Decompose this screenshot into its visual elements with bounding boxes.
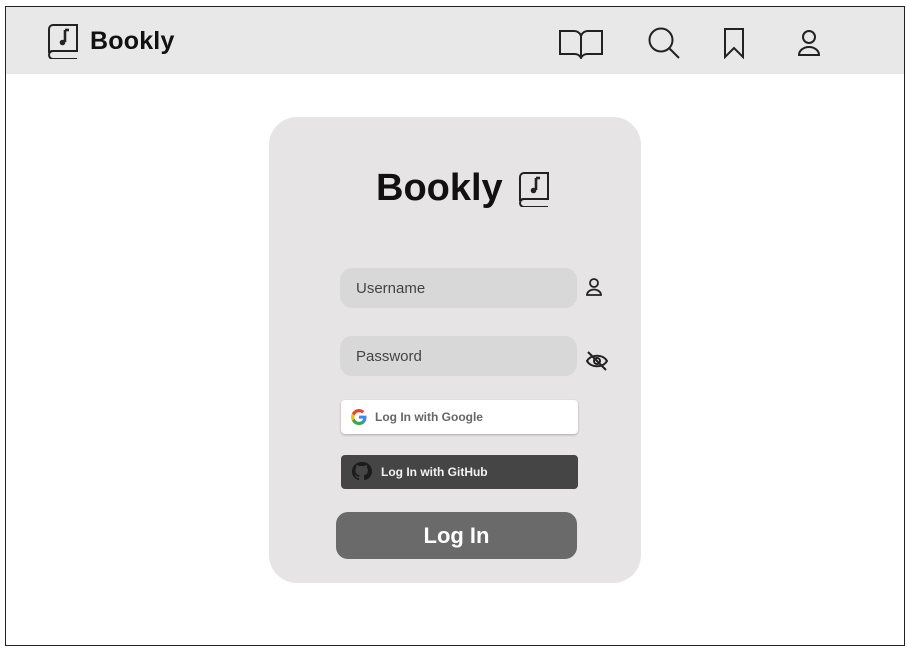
open-book-icon bbox=[559, 30, 603, 59]
bookmarks-nav-button[interactable] bbox=[720, 25, 748, 61]
app-window: Bookly Bookly Username Log In with Googl… bbox=[5, 6, 905, 646]
google-login-label: Log In with Google bbox=[375, 410, 483, 424]
login-card: Bookly Username Log In with Google Log I… bbox=[269, 117, 641, 583]
brand[interactable]: Bookly bbox=[46, 23, 175, 59]
login-title: Bookly bbox=[376, 167, 551, 210]
google-logo-icon bbox=[351, 409, 367, 425]
eye-off-icon[interactable] bbox=[585, 349, 609, 373]
library-nav-button[interactable] bbox=[558, 25, 604, 61]
brand-name: Bookly bbox=[90, 26, 175, 55]
password-input[interactable] bbox=[340, 336, 577, 376]
github-login-label: Log In with GitHub bbox=[381, 465, 488, 479]
book-music-logo-icon bbox=[518, 171, 549, 207]
search-nav-button[interactable] bbox=[646, 25, 682, 61]
github-logo-icon bbox=[352, 462, 372, 481]
bookmark-icon bbox=[724, 28, 744, 59]
book-music-logo-icon bbox=[47, 24, 78, 59]
github-login-button[interactable]: Log In with GitHub bbox=[341, 455, 578, 489]
profile-nav-button[interactable] bbox=[794, 25, 824, 61]
search-icon bbox=[648, 27, 680, 59]
login-button[interactable]: Log In bbox=[336, 512, 577, 559]
user-icon bbox=[797, 30, 821, 56]
login-title-text: Bookly bbox=[376, 167, 503, 209]
google-login-button[interactable]: Log In with Google bbox=[341, 400, 578, 434]
username-input[interactable] bbox=[340, 268, 577, 308]
top-navbar: Bookly bbox=[6, 7, 904, 74]
user-icon bbox=[586, 278, 602, 296]
